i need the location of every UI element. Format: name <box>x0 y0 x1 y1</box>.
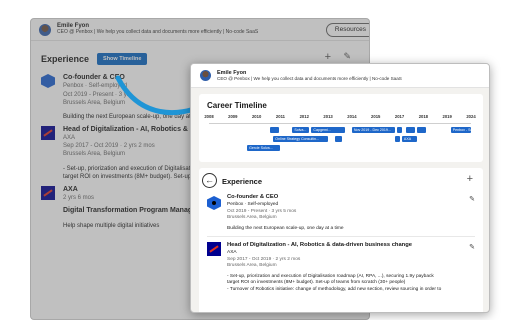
timeline-bar[interactable]: Gercle Solva... <box>247 145 281 151</box>
avatar <box>200 70 211 81</box>
arrow-left-icon[interactable]: ← <box>202 173 217 188</box>
timeline-title: Career Timeline <box>207 101 267 110</box>
timeline-year-label: 2013 <box>323 114 333 119</box>
entry-company: AXA <box>227 249 237 255</box>
timeline-axis <box>209 123 471 124</box>
timeline-years: 2008 2009 2010 2011 2012 2013 2014 2015 2017 2018… <box>204 114 477 122</box>
timeline-year-label: 2012 <box>299 114 309 119</box>
entry-title: Co-founder & CEO <box>227 194 279 200</box>
timeline-bar[interactable] <box>335 136 343 142</box>
pencil-icon[interactable]: ✎ <box>469 195 475 203</box>
profile-header: Emile Fyon CEO @ Penbox | We help you co… <box>191 64 489 88</box>
timeline-bar[interactable] <box>396 127 402 133</box>
timeline-year-label: 2024 <box>466 114 476 119</box>
timeline-bar[interactable]: AXA <box>401 136 418 142</box>
experience-entry: Co-founder & CEO Penbox · Self-employed … <box>207 194 475 232</box>
timeline-year-label: 2009 <box>228 114 238 119</box>
timeline-bar[interactable]: Capgemi... <box>311 127 345 133</box>
career-timeline-card: Career Timeline 2008 2009 2010 2011 2012 2013… <box>199 94 483 162</box>
timeline-bar[interactable] <box>394 136 400 142</box>
timeline-year-label: 2014 <box>347 114 357 119</box>
timeline-bars: Penbox - Self-employed Nov 2019 - Dec 201… <box>209 125 477 159</box>
timeline-year-label: 2015 <box>371 114 381 119</box>
penbox-logo <box>207 196 221 210</box>
axa-logo <box>207 242 221 256</box>
pencil-icon[interactable]: ✎ <box>469 243 475 251</box>
entry-description: - Turnover of Robotics initiative: chang… <box>227 287 442 293</box>
timeline-bar[interactable]: Penbox - Self-employed <box>450 127 471 133</box>
entry-location: Brussels Area, Belgium <box>227 215 277 221</box>
timeline-year-label: 2008 <box>204 114 214 119</box>
timeline-year-label: 2010 <box>251 114 262 119</box>
timeline-year-label: 2011 <box>275 114 285 119</box>
foreground-window: Emile Fyon CEO @ Penbox | We help you co… <box>190 63 490 313</box>
timeline-bar[interactable] <box>417 127 426 133</box>
timeline-year-label: 2019 <box>442 114 452 119</box>
experience-entry: Head of Digitalization - AI, Robotics & … <box>207 236 475 294</box>
entry-title: Head of Digitalization - AI, Robotics & … <box>227 242 412 248</box>
experience-card: ← Experience + Co-founder & CEO Penbox ·… <box>199 168 483 312</box>
timeline-year-label: 2017 <box>394 114 405 119</box>
stage: Emile Fyon CEO @ Penbox | We help you co… <box>0 0 512 320</box>
timeline-year-label: 2018 <box>418 114 429 119</box>
timeline-bar[interactable]: Solva... <box>292 127 310 133</box>
timeline-bar[interactable]: Nov 2019 - Dec 2019... <box>351 127 395 133</box>
timeline-bar[interactable] <box>405 127 416 133</box>
profile-headline: CEO @ Penbox | We help you collect data … <box>217 76 402 81</box>
timeline-bar[interactable] <box>269 127 280 133</box>
entry-location: Brussels Area, Belgium <box>227 263 277 269</box>
plus-icon[interactable]: + <box>467 173 473 185</box>
timeline-bar[interactable]: Online Strategy Consultin... <box>273 136 329 142</box>
entry-company: Penbox · Self-employed <box>227 201 279 207</box>
experience-title: Experience <box>222 177 263 186</box>
entry-description: Building the next European scale-up, one… <box>227 225 344 231</box>
